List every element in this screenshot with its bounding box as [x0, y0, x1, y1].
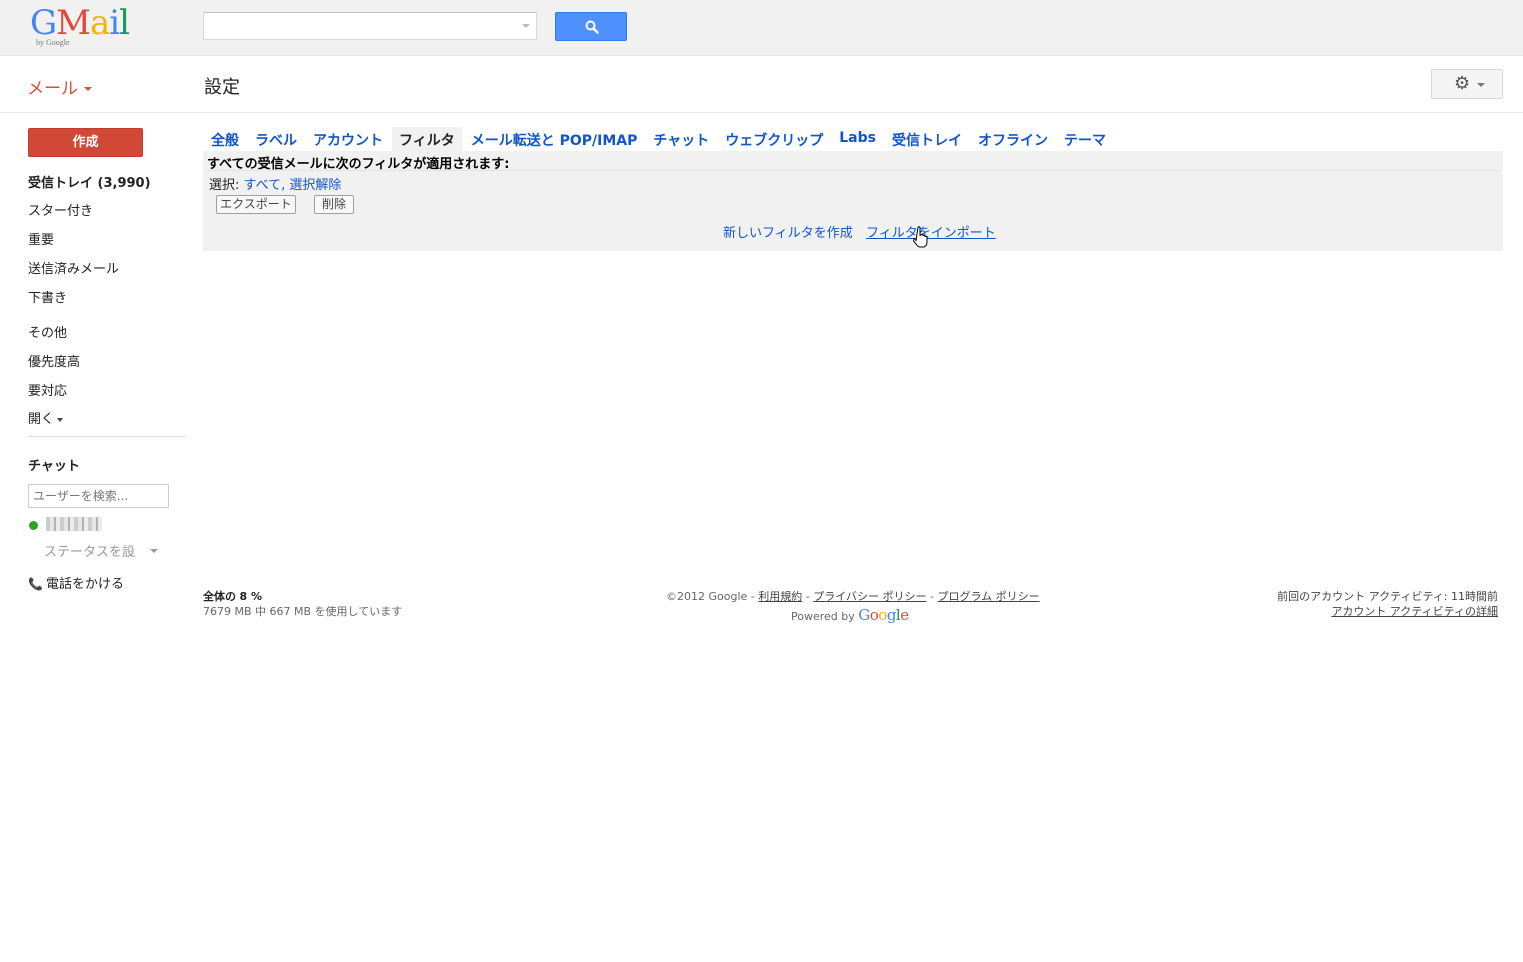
mail-menu-label: メール	[27, 79, 78, 99]
search-button[interactable]	[555, 12, 627, 41]
tab-chat[interactable]: チャット	[646, 127, 716, 151]
tab-general[interactable]: 全般	[204, 127, 246, 151]
tab-labs[interactable]: Labs	[832, 127, 883, 151]
create-filter-link[interactable]: 新しいフィルタを作成	[723, 222, 853, 241]
gear-icon: ⚙	[1454, 73, 1471, 94]
filters-panel: すべての受信メールに次のフィルタが適用されます: 選択: すべて, 選択解除 エ…	[203, 151, 1503, 251]
filters-divider	[207, 170, 1499, 171]
storage-usage-prefix: 全体の	[203, 590, 236, 603]
export-button[interactable]: エクスポート	[216, 195, 296, 214]
tab-labels[interactable]: ラベル	[248, 127, 304, 151]
google-logo: Google	[858, 606, 909, 624]
top-bar: GMail by Google	[0, 0, 1523, 56]
online-status-icon	[29, 521, 38, 530]
search-input[interactable]	[208, 14, 512, 40]
tab-webclips[interactable]: ウェブクリップ	[718, 127, 830, 151]
tab-filters[interactable]: フィルタ	[392, 127, 462, 151]
tab-themes[interactable]: テーマ	[1057, 127, 1113, 151]
chat-search-input[interactable]	[28, 484, 169, 508]
activity-details-link[interactable]: アカウント アクティビティの詳細	[1331, 603, 1498, 619]
call-phone-label: 電話をかける	[45, 577, 124, 592]
copyright: ©2012 Google -	[666, 590, 755, 603]
select-label: 選択:	[209, 178, 240, 193]
program-policy-link[interactable]: プログラム ポリシー	[937, 590, 1039, 603]
chevron-down-icon	[1477, 83, 1485, 87]
sidebar-item-inbox[interactable]: 受信トレイ (3,990)	[28, 172, 151, 191]
sidebar-item-drafts[interactable]: 下書き	[28, 287, 67, 306]
sidebar-item-starred[interactable]: スター付き	[28, 200, 93, 219]
page-title: 設定	[204, 77, 240, 98]
sidebar-item-more-label: 開く	[28, 412, 55, 427]
gmail-logo-word: GMail	[30, 3, 130, 43]
sidebar-item-sent[interactable]: 送信済みメール	[28, 258, 119, 277]
search-options-chevron-icon[interactable]	[522, 24, 530, 28]
sidebar-item-important[interactable]: 重要	[28, 229, 54, 248]
tab-forwarding[interactable]: メール転送と POP/IMAP	[464, 127, 645, 151]
status-set-dropdown[interactable]: ステータスを設定	[44, 541, 136, 560]
privacy-link[interactable]: プライバシー ポリシー	[813, 590, 926, 603]
storage-usage-detail: 7679 MB 中 667 MB を使用しています	[203, 605, 403, 618]
search-box[interactable]	[203, 12, 537, 40]
storage-usage: 全体の 8 %	[203, 588, 262, 604]
sidebar-item-priority[interactable]: 優先度高	[28, 351, 80, 370]
settings-tabs: 全般 ラベル アカウント フィルタ メール転送と POP/IMAP チャット ウ…	[204, 127, 1115, 151]
phone-icon: 📞	[28, 577, 43, 591]
mail-menu-button[interactable]: メール	[27, 74, 92, 99]
tab-offline[interactable]: オフライン	[971, 127, 1055, 151]
select-all-link[interactable]: すべて	[244, 178, 282, 193]
sidebar-item-other[interactable]: その他	[28, 322, 67, 341]
footer-links: ©2012 Google - 利用規約 - プライバシー ポリシー - プログラ…	[666, 590, 1040, 603]
sidebar-item-more[interactable]: 開く	[28, 408, 64, 427]
call-phone-button[interactable]: 📞 電話をかける	[28, 573, 124, 592]
powered-by: Powered by Google	[791, 606, 909, 624]
chevron-down-icon	[57, 417, 64, 422]
hand-cursor-icon	[913, 226, 928, 248]
user-name-redacted	[46, 517, 102, 531]
settings-gear-button[interactable]: ⚙	[1431, 69, 1503, 99]
sidebar-divider	[28, 436, 186, 437]
storage-usage-percent: 8 %	[239, 590, 263, 603]
chat-title: チャット	[28, 459, 80, 474]
delete-button[interactable]: 削除	[314, 195, 354, 214]
search-icon	[585, 20, 599, 34]
compose-button[interactable]: 作成	[28, 128, 143, 157]
chevron-down-icon[interactable]	[150, 549, 158, 553]
last-activity: 前回のアカウント アクティビティ: 11時間前	[1277, 590, 1498, 603]
select-none-link[interactable]: 選択解除	[289, 178, 341, 193]
tab-accounts[interactable]: アカウント	[306, 127, 390, 151]
gmail-logo-byline: by Google	[36, 38, 70, 47]
tab-inbox[interactable]: 受信トレイ	[885, 127, 969, 151]
sidebar-item-todo[interactable]: 要対応	[28, 380, 67, 399]
select-row: 選択: すべて, 選択解除	[209, 174, 341, 193]
gmail-logo[interactable]: GMail by Google	[30, 4, 140, 50]
header-divider	[0, 112, 1523, 113]
chevron-down-icon	[84, 87, 92, 91]
powered-by-label: Powered by	[791, 610, 855, 623]
terms-link[interactable]: 利用規約	[758, 590, 802, 603]
